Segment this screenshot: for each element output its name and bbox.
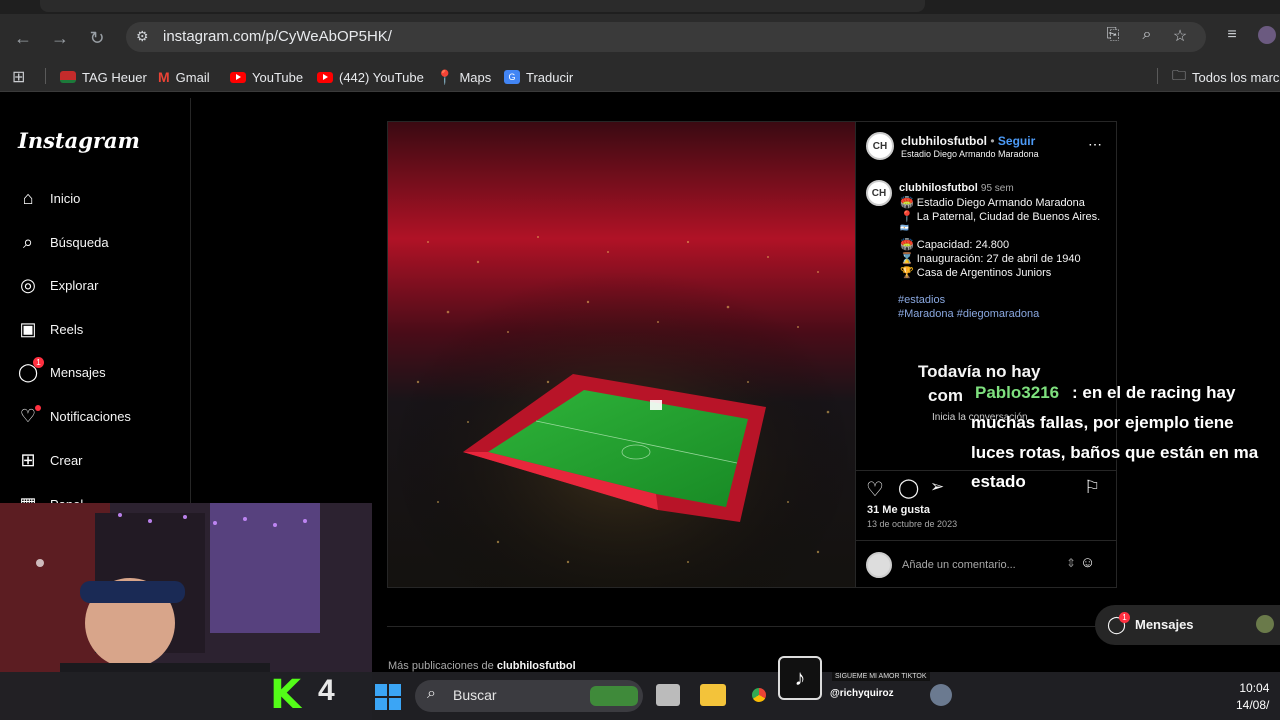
follow-button[interactable]: Seguir [998, 134, 1035, 148]
caption-username[interactable]: clubhilosfutbol [899, 182, 978, 194]
chat-line-3: luces rotas, baños que están en ma [971, 443, 1259, 462]
url-text[interactable]: instagram.com/p/CyWeAbOP5HK/ [163, 28, 392, 45]
taskbar-search[interactable]: ⌕ Buscar [415, 680, 643, 712]
comment-input[interactable]: Añade un comentario... [902, 559, 1016, 571]
post-author-username[interactable]: clubhilosfutbol [901, 134, 987, 148]
sidebar-item-crear[interactable]: ⊞ Crear [18, 446, 82, 474]
caption-line-2: 📍 La Paternal, Ciudad de Buenos Aires. [900, 211, 1101, 223]
caption-line-4: 🏟️ Capacidad: 24.800 [900, 239, 1010, 251]
file-explorer-icon[interactable] [700, 684, 726, 706]
forward-icon[interactable]: → [50, 28, 70, 48]
profile-avatar[interactable] [1258, 26, 1276, 44]
settings-gear-icon[interactable] [930, 684, 952, 706]
sidebar-item-notificaciones[interactable]: ♡ Notificaciones [18, 402, 131, 430]
like-heart-icon[interactable]: ♡ [866, 477, 884, 502]
chat-line-4: estado [971, 472, 1026, 491]
commenter-avatar [866, 552, 892, 578]
tiktok-label: SIGUEME MI AMOR TIKTOK [832, 672, 930, 681]
post-author-avatar[interactable]: CH [866, 132, 894, 160]
compass-icon: ◎ [20, 275, 36, 295]
reels-icon: ▣ [19, 319, 37, 339]
bookmark-maps[interactable]: 📍 Maps [436, 68, 491, 86]
more-posts-heading: Más publicaciones de clubhilosfutbol [388, 660, 576, 672]
instagram-sidebar: Instagram ⌂ Inicio ⌕ Búsqueda ◎ Explorar ▣ R… [0, 98, 191, 518]
likes-count[interactable]: 31 Me gusta [867, 504, 930, 516]
sidebar-item-reels[interactable]: ▣ Reels [18, 315, 83, 343]
chat-line-2: muchas fallas, por ejemplo tiene [971, 413, 1234, 432]
hashtags-2[interactable]: #Maradona #diegomaradona [898, 308, 1039, 320]
apps-grid-icon[interactable]: ⊞ [12, 68, 25, 86]
bookmarks-bar: ⊞ TAG Heuer M Gmail YouTube (442) YouTube… [0, 60, 1280, 92]
post-date: 13 de octubre de 2023 [867, 519, 958, 529]
messages-badge: 1 [33, 357, 44, 368]
folder-icon: 🗀 [1172, 67, 1186, 83]
ai-sparkle-icon[interactable]: ⇕ [1066, 556, 1076, 570]
messenger-icon: ◯ 1 [1107, 612, 1131, 635]
k4-number: 4 [318, 674, 335, 707]
message-contact-avatar [1256, 615, 1274, 633]
more-options-icon[interactable]: ⋯ [1088, 136, 1102, 153]
messenger-icon: ◯ 1 [18, 357, 44, 382]
follow-separator: • [990, 134, 995, 148]
caption-line-5: ⌛ Inauguración: 27 de abril de 1940 [900, 253, 1081, 265]
sidebar-item-busqueda[interactable]: ⌕ Búsqueda [18, 228, 109, 256]
bookmark-youtube-442[interactable]: (442) YouTube [317, 68, 424, 86]
reload-icon[interactable]: ↻ [87, 28, 107, 48]
tab-strip [0, 0, 1280, 14]
messages-floating-button[interactable]: ◯ 1 Mensajes [1095, 605, 1280, 645]
chrome-icon[interactable] [746, 682, 772, 708]
search-icon: ⌕ [427, 685, 436, 702]
back-icon[interactable]: ← [13, 28, 33, 48]
sidebar-item-mensajes[interactable]: ◯ 1 Mensajes [18, 357, 106, 386]
stream-chat-overlay: Pablo3216 : en el de racing hay muchas f… [920, 358, 1280, 498]
plus-square-icon: ⊞ [20, 450, 36, 470]
notification-dot [35, 405, 41, 411]
windows-taskbar: K 4 ⌕ Buscar ♪ SIGUEME MI AMOR TIKTOK @r… [0, 656, 1280, 720]
stadium-photo [388, 122, 855, 587]
site-settings-icon[interactable]: ⚙ [136, 28, 149, 45]
gmail-icon: M [158, 69, 170, 85]
comment-icon[interactable]: ◯ [898, 477, 919, 500]
home-icon: ⌂ [22, 188, 34, 208]
caption-line-3: 🇦🇷 [900, 225, 909, 232]
chat-user: Pablo3216 [975, 383, 1060, 402]
bookmark-star-icon[interactable]: ☆ [1170, 26, 1190, 46]
tiktok-icon: ♪ [778, 656, 822, 700]
heart-icon: ♡ [18, 405, 41, 426]
sidebar-item-explorar[interactable]: ◎ Explorar [18, 271, 98, 299]
bookmark-tag-heuer[interactable]: TAG Heuer [60, 68, 147, 86]
more-posts-user[interactable]: clubhilosfutbol [497, 660, 576, 672]
caption-author-avatar[interactable]: CH [866, 180, 892, 206]
all-bookmarks-folder[interactable]: 🗀 Todos los marc [1172, 67, 1279, 86]
kick-logo-icon: K [270, 672, 301, 718]
install-app-icon[interactable]: ⎘ [1103, 26, 1123, 46]
post-image-stadium[interactable] [387, 121, 856, 588]
address-bar[interactable]: ⚙ instagram.com/p/CyWeAbOP5HK/ [126, 22, 1206, 52]
search-highlight-icon [590, 686, 638, 706]
instagram-logo[interactable]: Instagram [18, 128, 140, 153]
caption-line-1: 🏟️ Estadio Diego Armando Maradona [900, 197, 1085, 209]
maps-pin-icon: 📍 [436, 68, 454, 85]
sidebar-item-inicio[interactable]: ⌂ Inicio [18, 184, 81, 212]
search-icon: ⌕ [22, 232, 34, 252]
bookmark-gmail[interactable]: M Gmail [158, 68, 210, 86]
post-location[interactable]: Estadio Diego Armando Maradona [901, 149, 1039, 159]
chat-line-1: : en el de racing hay [1072, 383, 1236, 402]
windows-start-icon[interactable] [375, 684, 403, 712]
translate-icon: G [504, 70, 520, 84]
zoom-icon[interactable]: ⌕ [1137, 26, 1157, 46]
post-details-panel: CH clubhilosfutbol • Seguir Estadio Dieg… [856, 121, 1117, 588]
bookmark-youtube[interactable]: YouTube [230, 68, 303, 86]
reading-list-icon[interactable]: ≡ [1222, 26, 1242, 46]
caption-line-6: 🏆 Casa de Argentinos Juniors [900, 267, 1052, 279]
bookmark-traducir[interactable]: G Traducir [504, 68, 573, 86]
hashtags-1[interactable]: #estadios [898, 294, 945, 306]
tiktok-handle: @richyquiroz [830, 688, 894, 699]
system-clock[interactable]: 10:04 14/08/ [1236, 680, 1269, 714]
emoji-icon[interactable]: ☺ [1080, 554, 1095, 571]
caption-age: 95 sem [980, 183, 1014, 194]
task-view-icon[interactable] [656, 684, 680, 706]
browser-toolbar: ← → ↻ ⚙ instagram.com/p/CyWeAbOP5HK/ ⎘ ⌕… [0, 14, 1280, 60]
